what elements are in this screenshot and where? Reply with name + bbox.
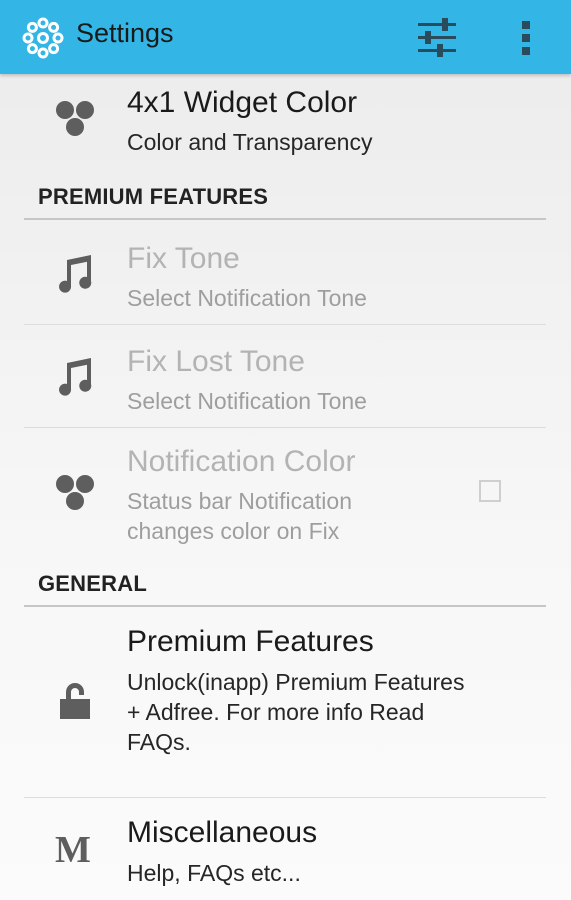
pref-summary-line1: Unlock(inapp) Premium Features bbox=[127, 669, 465, 695]
pref-summary: Select Notification Tone bbox=[127, 285, 367, 311]
overflow-menu-icon[interactable] bbox=[519, 20, 533, 56]
pref-premium-features[interactable]: Premium Features Unlock(inapp) Premium F… bbox=[0, 607, 571, 797]
page-title: Settings bbox=[76, 18, 174, 48]
music-note-icon bbox=[59, 255, 92, 293]
pref-summary-line1: Status bar Notification bbox=[127, 488, 353, 514]
section-divider bbox=[24, 218, 546, 220]
pref-summary-line3: FAQs. bbox=[127, 729, 191, 755]
music-note-icon bbox=[59, 358, 92, 396]
pref-title: Notification Color bbox=[127, 445, 356, 478]
pref-miscellaneous[interactable]: M Miscellaneous Help, FAQs etc... bbox=[0, 798, 571, 900]
pref-summary: Select Notification Tone bbox=[127, 388, 367, 414]
color-dots-icon bbox=[56, 475, 94, 510]
pref-summary: Color and Transparency bbox=[127, 129, 373, 155]
sliders-icon[interactable] bbox=[415, 17, 459, 57]
color-dots-icon bbox=[56, 101, 94, 136]
pref-title: Miscellaneous bbox=[127, 816, 318, 849]
pref-title: 4x1 Widget Color bbox=[127, 86, 358, 119]
section-header-premium: PREMIUM FEATURES bbox=[38, 184, 269, 209]
lock-icon bbox=[60, 683, 90, 719]
pref-summary-line2: changes color on Fix bbox=[127, 518, 340, 544]
pref-fix-lost-tone[interactable]: Fix Lost Tone Select Notification Tone bbox=[0, 325, 571, 427]
pref-title: Fix Lost Tone bbox=[127, 345, 305, 378]
pref-summary: Help, FAQs etc... bbox=[127, 860, 301, 886]
action-bar: Settings bbox=[0, 0, 571, 74]
letter-m-icon: M bbox=[55, 829, 91, 871]
pref-title: Fix Tone bbox=[127, 242, 240, 275]
pref-widget-color[interactable]: 4x1 Widget Color Color and Transparency bbox=[0, 74, 571, 170]
pref-fix-tone[interactable]: Fix Tone Select Notification Tone bbox=[0, 222, 571, 324]
pref-title: Premium Features bbox=[127, 625, 374, 658]
app-flower-icon[interactable] bbox=[20, 15, 66, 61]
notification-color-checkbox[interactable] bbox=[479, 480, 501, 502]
section-header-general: GENERAL bbox=[38, 571, 147, 596]
pref-summary-line2: + Adfree. For more info Read bbox=[127, 699, 425, 725]
